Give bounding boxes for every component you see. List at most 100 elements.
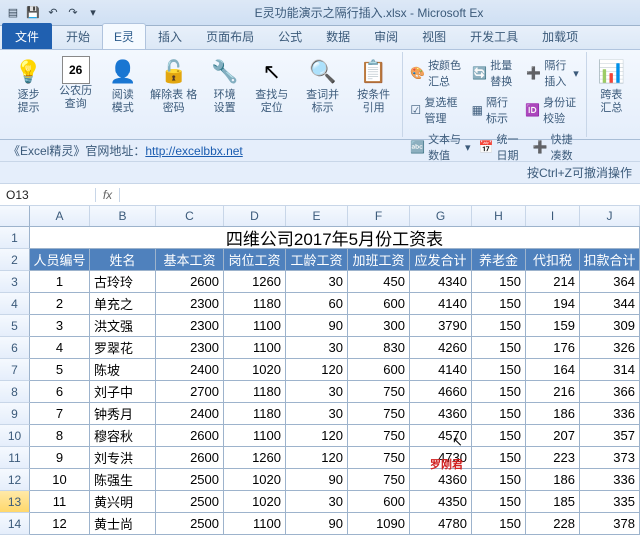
cell[interactable]: 309: [580, 315, 640, 337]
cell[interactable]: 336: [580, 469, 640, 491]
name-box[interactable]: O13: [0, 188, 96, 202]
col-D[interactable]: D: [224, 206, 286, 226]
cell[interactable]: 176: [526, 337, 580, 359]
cell[interactable]: 12: [30, 513, 90, 535]
rowhead-10[interactable]: 10: [0, 425, 30, 447]
cell[interactable]: 150: [472, 315, 526, 337]
rowhead-8[interactable]: 8: [0, 381, 30, 403]
cell[interactable]: 4660: [410, 381, 472, 403]
cell[interactable]: 1180: [224, 403, 286, 425]
cell[interactable]: 4: [30, 337, 90, 359]
col-C[interactable]: C: [156, 206, 224, 226]
cell[interactable]: 830: [348, 337, 410, 359]
cell[interactable]: 2600: [156, 447, 224, 469]
cell[interactable]: 750: [348, 447, 410, 469]
cell[interactable]: 750: [348, 381, 410, 403]
rowhead-5[interactable]: 5: [0, 315, 30, 337]
cell[interactable]: 4140: [410, 293, 472, 315]
rowhead-13[interactable]: 13: [0, 491, 30, 513]
cell[interactable]: 150: [472, 425, 526, 447]
cell[interactable]: 1260: [224, 447, 286, 469]
cell[interactable]: 穆容秋: [90, 425, 156, 447]
cell[interactable]: 1020: [224, 359, 286, 381]
cell[interactable]: 洪文强: [90, 315, 156, 337]
cell[interactable]: 150: [472, 447, 526, 469]
btn-read-mode[interactable]: 👤阅读 模式: [102, 54, 143, 117]
cell[interactable]: 陈强生: [90, 469, 156, 491]
btn-color-sum[interactable]: 🎨按颜色汇总: [407, 56, 467, 90]
btn-text-number[interactable]: 🔤文本与数值▾: [407, 130, 473, 164]
cell[interactable]: 30: [286, 381, 348, 403]
cell[interactable]: 373: [580, 447, 640, 469]
cell[interactable]: 刘子中: [90, 381, 156, 403]
cell[interactable]: 378: [580, 513, 640, 535]
cell[interactable]: 4260: [410, 337, 472, 359]
cell[interactable]: 336: [580, 403, 640, 425]
cell[interactable]: 194: [526, 293, 580, 315]
cell[interactable]: 2400: [156, 359, 224, 381]
cell[interactable]: 750: [348, 403, 410, 425]
col-I[interactable]: I: [526, 206, 580, 226]
cell[interactable]: 314: [580, 359, 640, 381]
cell[interactable]: 1260: [224, 271, 286, 293]
cell[interactable]: 216: [526, 381, 580, 403]
rowhead-9[interactable]: 9: [0, 403, 30, 425]
cell[interactable]: 357: [580, 425, 640, 447]
select-all-corner[interactable]: [0, 206, 30, 226]
cell[interactable]: 186: [526, 403, 580, 425]
tab-formulas[interactable]: 公式: [266, 23, 314, 49]
tab-developer[interactable]: 开发工具: [458, 23, 530, 49]
cell[interactable]: 60: [286, 293, 348, 315]
cell[interactable]: 90: [286, 469, 348, 491]
rowhead-4[interactable]: 4: [0, 293, 30, 315]
rowhead-14[interactable]: 14: [0, 513, 30, 535]
hdr-3[interactable]: 岗位工资: [224, 249, 286, 271]
cell[interactable]: 185: [526, 491, 580, 513]
cell[interactable]: 150: [472, 271, 526, 293]
cell[interactable]: 159: [526, 315, 580, 337]
btn-interval-mark[interactable]: ▦隔行标示: [469, 93, 521, 127]
cell[interactable]: 2300: [156, 337, 224, 359]
cell[interactable]: 344: [580, 293, 640, 315]
btn-id-verify[interactable]: 🆔身份证校验: [522, 93, 582, 127]
hdr-6[interactable]: 应发合计: [410, 249, 472, 271]
hdr-1[interactable]: 姓名: [90, 249, 156, 271]
col-G[interactable]: G: [410, 206, 472, 226]
cell[interactable]: 2700: [156, 381, 224, 403]
cell[interactable]: 4340: [410, 271, 472, 293]
cell[interactable]: 1100: [224, 315, 286, 337]
redo-icon[interactable]: ↷: [64, 4, 82, 22]
cell[interactable]: 164: [526, 359, 580, 381]
cell[interactable]: 2: [30, 293, 90, 315]
cell[interactable]: 300: [348, 315, 410, 337]
cell[interactable]: 10: [30, 469, 90, 491]
cell[interactable]: 1180: [224, 293, 286, 315]
cell[interactable]: 335: [580, 491, 640, 513]
cell[interactable]: 90: [286, 513, 348, 535]
col-A[interactable]: A: [30, 206, 90, 226]
cell[interactable]: 30: [286, 403, 348, 425]
cell[interactable]: 150: [472, 491, 526, 513]
cell[interactable]: 150: [472, 469, 526, 491]
rowhead-12[interactable]: 12: [0, 469, 30, 491]
cell[interactable]: 4570: [410, 425, 472, 447]
cell[interactable]: 600: [348, 293, 410, 315]
cell[interactable]: 150: [472, 381, 526, 403]
cell[interactable]: 4350: [410, 491, 472, 513]
tab-data[interactable]: 数据: [314, 23, 362, 49]
title-cell[interactable]: 四维公司2017年5月份工资表: [30, 227, 640, 249]
cell[interactable]: 223: [526, 447, 580, 469]
rowhead-11[interactable]: 11: [0, 447, 30, 469]
cell[interactable]: 4360: [410, 403, 472, 425]
save-icon[interactable]: 💾: [24, 4, 42, 22]
cell[interactable]: 刘专洪: [90, 447, 156, 469]
tab-page-layout[interactable]: 页面布局: [194, 23, 266, 49]
cell[interactable]: 5: [30, 359, 90, 381]
btn-step-hint[interactable]: 💡逐步 提示: [8, 54, 49, 117]
cell[interactable]: 罗翠花: [90, 337, 156, 359]
rowhead-6[interactable]: 6: [0, 337, 30, 359]
cell[interactable]: 120: [286, 425, 348, 447]
btn-find-mark[interactable]: 🔍查词并 标示: [298, 54, 347, 117]
cell[interactable]: 228: [526, 513, 580, 535]
cell[interactable]: 6: [30, 381, 90, 403]
